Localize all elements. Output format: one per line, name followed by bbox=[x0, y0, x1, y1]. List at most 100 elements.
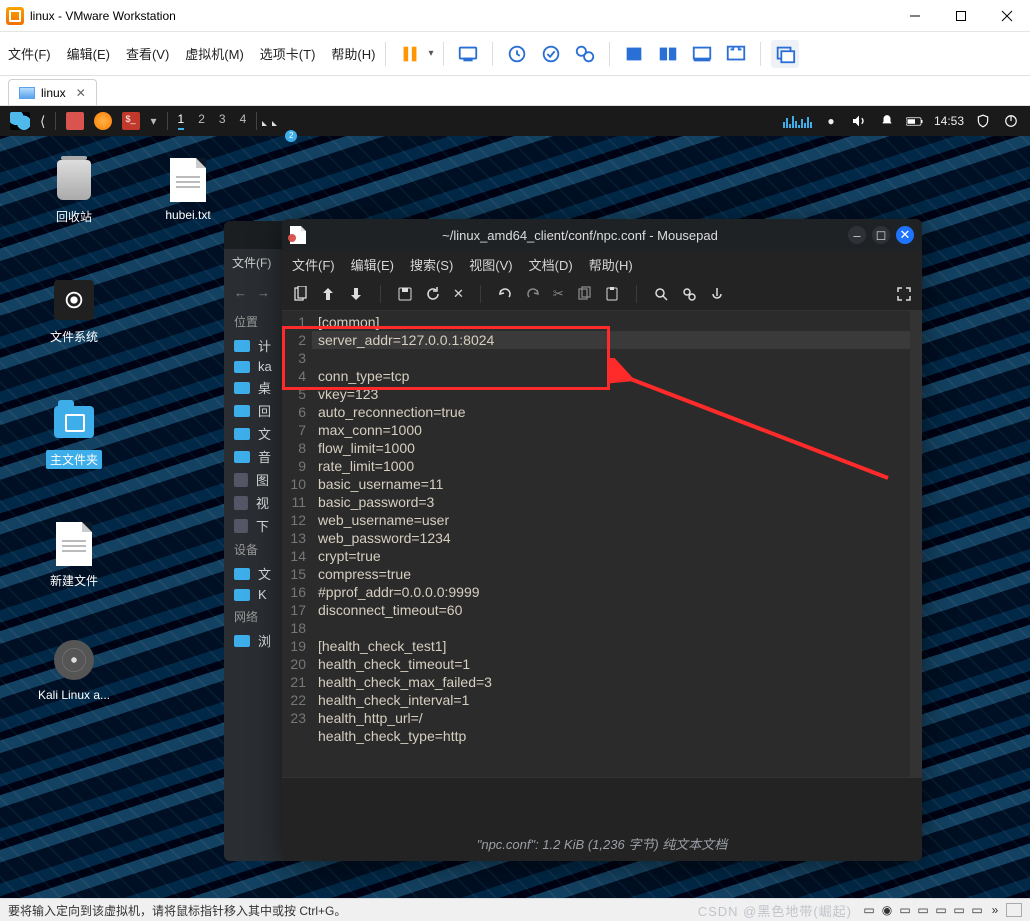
panel-chevron-icon[interactable]: ⟨ bbox=[40, 113, 45, 130]
minimize-button[interactable] bbox=[892, 0, 938, 32]
code-line[interactable]: crypt=true bbox=[318, 548, 381, 564]
volume-icon[interactable] bbox=[850, 112, 868, 130]
copy-icon[interactable] bbox=[576, 286, 592, 302]
tray-hdd-icon[interactable]: ▭ bbox=[862, 903, 876, 917]
code-line[interactable]: max_conn=1000 bbox=[318, 422, 422, 438]
menu-view[interactable]: 查看(V) bbox=[126, 44, 169, 63]
kali-menu-icon[interactable] bbox=[10, 112, 30, 130]
code-line[interactable]: conn_type=tcp bbox=[318, 368, 409, 384]
clock[interactable]: 14:53 bbox=[934, 114, 964, 128]
menu-file[interactable]: 文件(F) bbox=[8, 44, 51, 63]
replace-icon[interactable] bbox=[681, 286, 697, 302]
mp-maximize-button[interactable]: ◻ bbox=[872, 226, 890, 244]
code-line[interactable]: health_check_type=http bbox=[318, 728, 466, 744]
mousepad-titlebar[interactable]: ~/linux_amd64_client/conf/npc.conf - Mou… bbox=[282, 219, 922, 251]
desktop-trash[interactable]: 回收站 bbox=[34, 156, 114, 225]
desktop-home[interactable]: 主文件夹 bbox=[34, 398, 114, 469]
panel-caret-icon[interactable]: ▾ bbox=[150, 114, 156, 128]
redo-icon[interactable] bbox=[525, 286, 541, 302]
mp-menu-help[interactable]: 帮助(H) bbox=[589, 255, 633, 274]
unity-icon[interactable] bbox=[771, 40, 799, 68]
goto-icon[interactable] bbox=[709, 286, 725, 302]
mp-menu-doc[interactable]: 文档(D) bbox=[529, 255, 573, 274]
code-line[interactable]: health_check_max_failed=3 bbox=[318, 674, 492, 690]
pause-icon[interactable] bbox=[396, 40, 424, 68]
code-line[interactable]: compress=true bbox=[318, 566, 411, 582]
code-line[interactable]: web_password=1234 bbox=[318, 530, 451, 546]
desktop-filesystem[interactable]: 文件系统 bbox=[34, 276, 114, 345]
code-line[interactable]: health_check_interval=1 bbox=[318, 692, 469, 708]
desktop-newfile[interactable]: 新建文件 bbox=[34, 520, 114, 589]
record-icon[interactable]: ● bbox=[822, 112, 840, 130]
maximize-button[interactable] bbox=[938, 0, 984, 32]
tray-expand-icon[interactable] bbox=[1006, 903, 1022, 917]
tray-more-icon[interactable]: » bbox=[988, 903, 1002, 917]
menu-tabs[interactable]: 选项卡(T) bbox=[260, 44, 316, 63]
fm-menu-file[interactable]: 文件(F) bbox=[232, 254, 271, 271]
vm-tab[interactable]: linux ✕ bbox=[8, 79, 97, 105]
view-split-icon[interactable] bbox=[654, 40, 682, 68]
power-icon[interactable] bbox=[1002, 112, 1020, 130]
view-single-icon[interactable] bbox=[620, 40, 648, 68]
file-manager-icon[interactable] bbox=[66, 112, 84, 130]
mp-menu-file[interactable]: 文件(F) bbox=[292, 255, 335, 274]
mousepad-window[interactable]: ~/linux_amd64_client/conf/npc.conf - Mou… bbox=[282, 219, 922, 861]
code-line[interactable]: vkey=123 bbox=[318, 386, 378, 402]
code-line[interactable] bbox=[318, 620, 322, 636]
menu-edit[interactable]: 编辑(E) bbox=[67, 44, 110, 63]
mp-menu-edit[interactable]: 编辑(E) bbox=[351, 255, 394, 274]
tray-cd-icon[interactable]: ◉ bbox=[880, 903, 894, 917]
menu-help[interactable]: 帮助(H) bbox=[331, 44, 375, 63]
workspace-1[interactable]: 1 bbox=[178, 112, 185, 130]
tab-close-icon[interactable]: ✕ bbox=[76, 86, 86, 100]
caret-icon[interactable]: ▾ bbox=[428, 48, 433, 59]
scrollbar[interactable] bbox=[910, 311, 922, 777]
workspace-2[interactable]: 2 bbox=[198, 112, 205, 130]
mp-menu-search[interactable]: 搜索(S) bbox=[410, 255, 453, 274]
code-line[interactable]: basic_username=11 bbox=[318, 476, 443, 492]
mp-minimize-button[interactable]: – bbox=[848, 226, 866, 244]
new-icon[interactable] bbox=[292, 286, 308, 302]
save-icon[interactable] bbox=[348, 286, 364, 302]
code-line[interactable]: auto_reconnection=true bbox=[318, 404, 466, 420]
code-line[interactable]: health_check_timeout=1 bbox=[318, 656, 470, 672]
snapshot-revert-icon[interactable] bbox=[537, 40, 565, 68]
vm-viewport[interactable]: ⟨ $_ ▾ 1 2 3 4 2 ● 14:53 回收站 hubei.txt 文… bbox=[0, 106, 1030, 898]
tray-display-icon[interactable]: ▭ bbox=[970, 903, 984, 917]
code-line[interactable]: #pprof_addr=0.0.0.0:9999 bbox=[318, 584, 480, 600]
terminal-icon[interactable]: $_ bbox=[122, 112, 140, 130]
tray-net-icon[interactable]: ▭ bbox=[898, 903, 912, 917]
editor-area[interactable]: 1234567891011121314151617181920212223 [c… bbox=[282, 311, 922, 777]
code-line[interactable]: [health_check_test1] bbox=[318, 638, 446, 654]
code-content[interactable]: [common] server_addr=127.0.0.1:8024 conn… bbox=[312, 311, 910, 777]
code-line[interactable]: flow_limit=1000 bbox=[318, 440, 415, 456]
tray-usb-icon[interactable]: ▭ bbox=[916, 903, 930, 917]
tray-printer-icon[interactable]: ▭ bbox=[952, 903, 966, 917]
find-icon[interactable] bbox=[653, 286, 669, 302]
view-console-icon[interactable] bbox=[688, 40, 716, 68]
code-line[interactable]: server_addr=127.0.0.1:8024 bbox=[312, 331, 910, 349]
workspace-3[interactable]: 3 bbox=[219, 112, 226, 130]
desktop-hubei-txt[interactable]: hubei.txt bbox=[148, 156, 228, 222]
code-line[interactable]: disconnect_timeout=60 bbox=[318, 602, 462, 618]
close-file-icon[interactable]: ✕ bbox=[453, 286, 464, 302]
fm-fwd-icon[interactable]: → bbox=[257, 285, 270, 300]
workspace-4[interactable]: 4 bbox=[240, 112, 247, 130]
undo-icon[interactable] bbox=[497, 286, 513, 302]
menu-vm[interactable]: 虚拟机(M) bbox=[185, 44, 244, 63]
code-line[interactable]: rate_limit=1000 bbox=[318, 458, 414, 474]
battery-icon[interactable] bbox=[906, 112, 924, 130]
snapshot-manager-icon[interactable] bbox=[571, 40, 599, 68]
firefox-icon[interactable] bbox=[94, 112, 112, 130]
snapshot-icon[interactable] bbox=[503, 40, 531, 68]
reload-icon[interactable] bbox=[425, 286, 441, 302]
tray-sound-icon[interactable]: ▭ bbox=[934, 903, 948, 917]
notification-icon[interactable] bbox=[878, 112, 896, 130]
open-icon[interactable] bbox=[320, 286, 336, 302]
workspace-switcher[interactable]: 1 2 3 4 bbox=[178, 112, 247, 130]
desktop-kali-app[interactable]: Kali Linux a... bbox=[34, 636, 114, 702]
mp-menu-view[interactable]: 视图(V) bbox=[469, 255, 512, 274]
send-cad-icon[interactable] bbox=[454, 40, 482, 68]
paste-icon[interactable] bbox=[604, 286, 620, 302]
cut-icon[interactable]: ✂ bbox=[553, 286, 564, 302]
